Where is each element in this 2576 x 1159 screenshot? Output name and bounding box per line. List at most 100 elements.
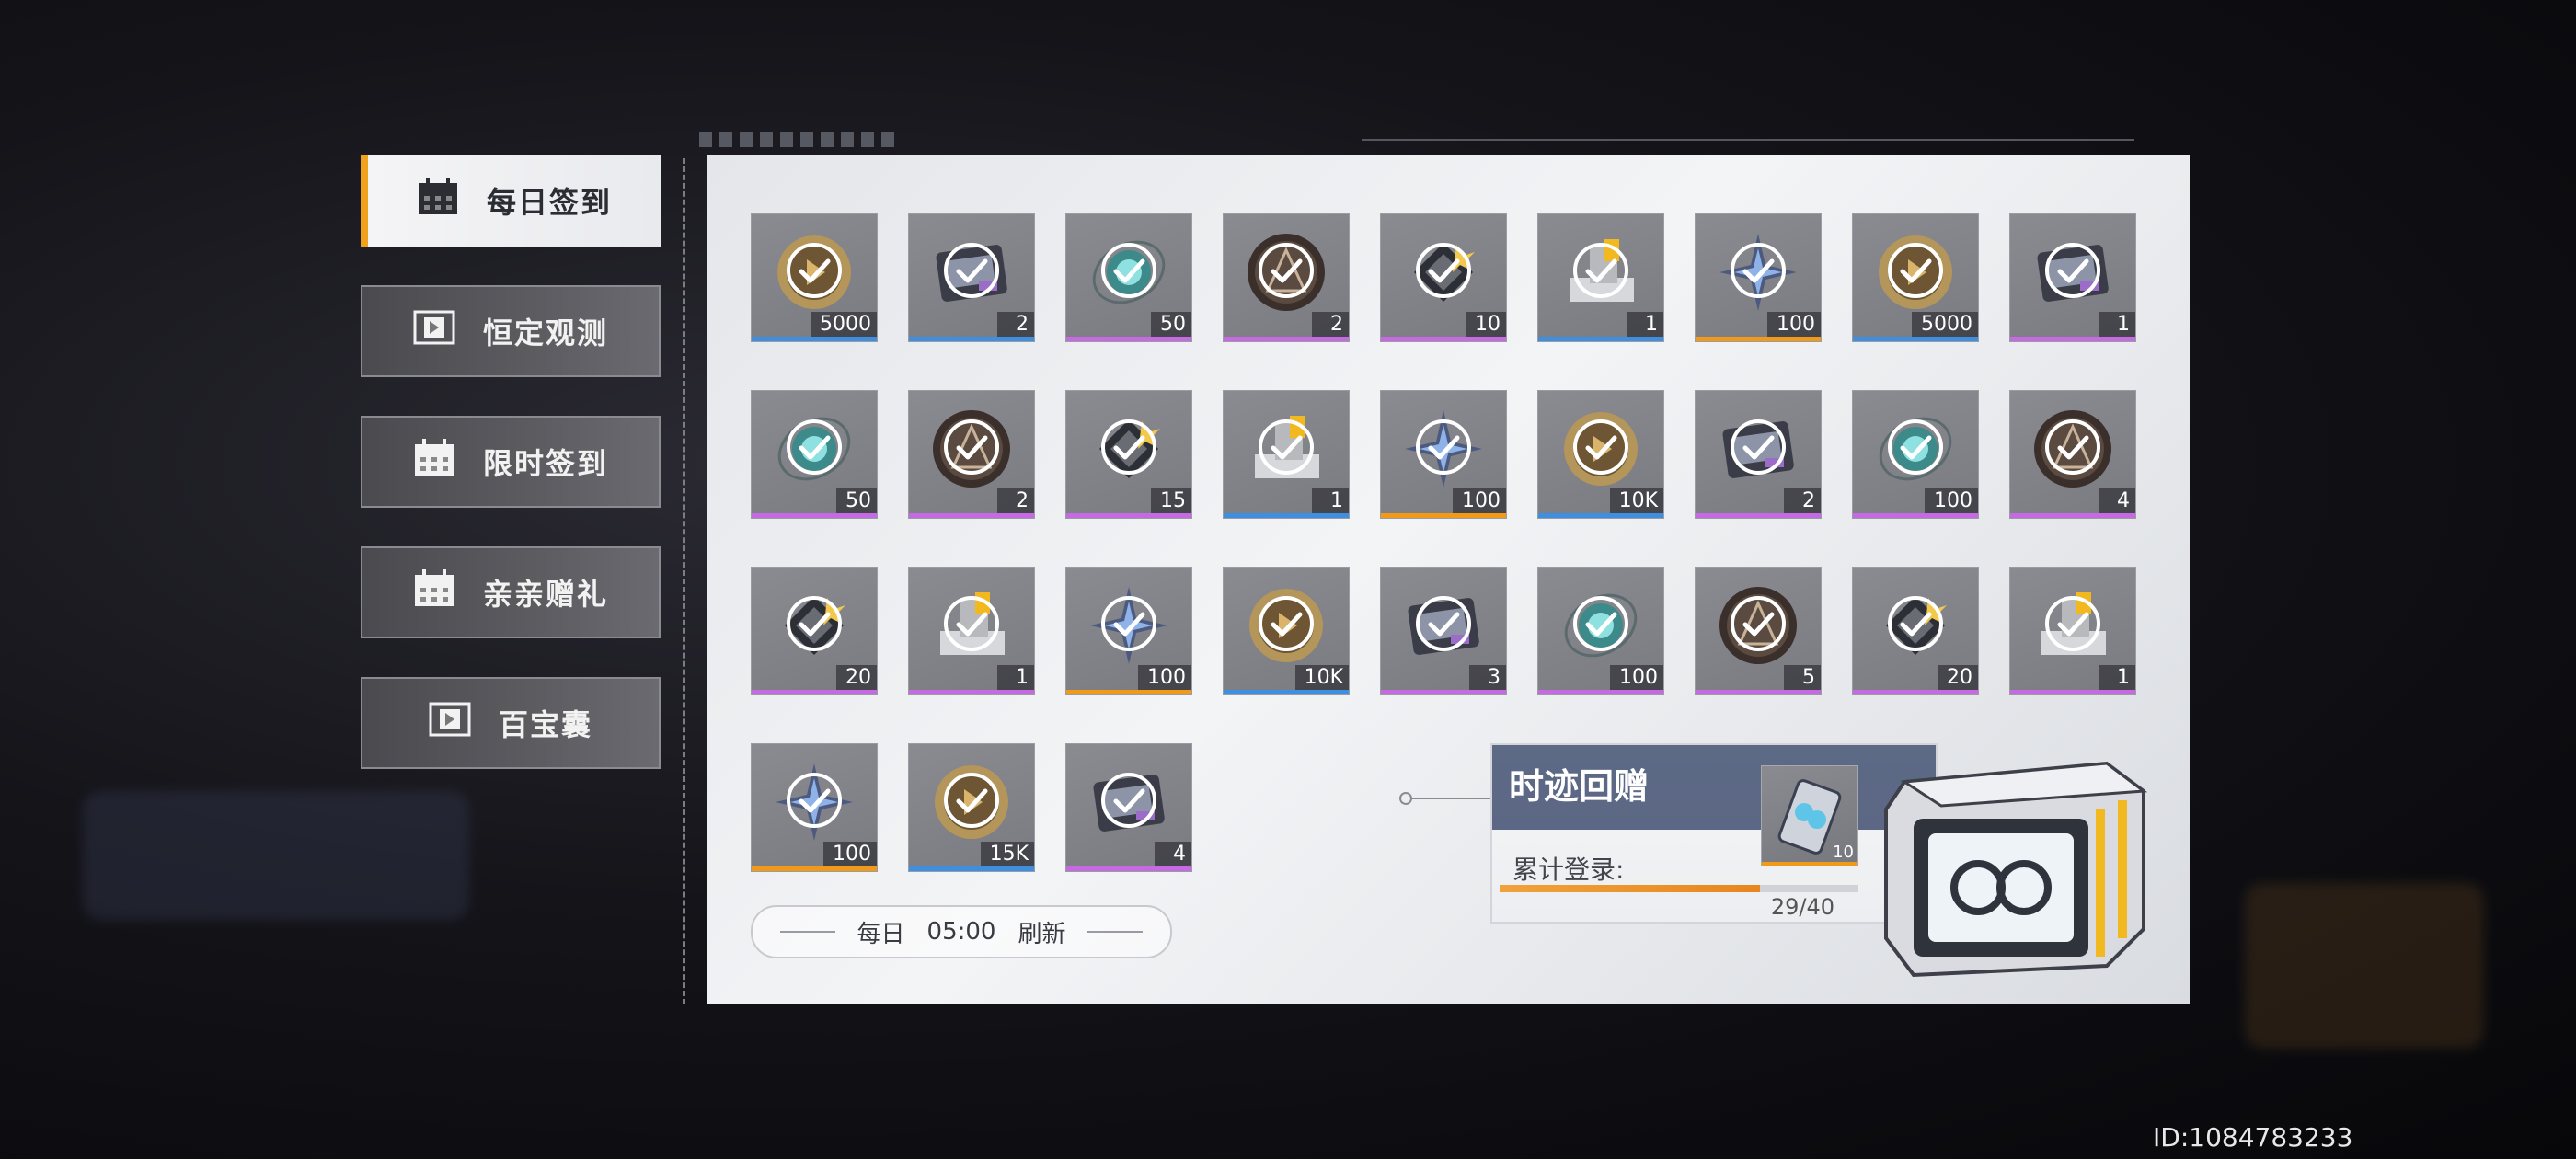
sidebar-item-3[interactable]: 亲亲赠礼	[361, 546, 661, 638]
rarity-bar	[909, 866, 1034, 871]
reward-cell-day-20[interactable]: 1	[908, 567, 1035, 695]
calendar-icon	[413, 439, 455, 485]
background-blur-left	[83, 791, 469, 920]
reward-cell-day-28[interactable]: 100	[751, 743, 878, 872]
reward-cell-day-11[interactable]: 2	[908, 390, 1035, 519]
reward-cell-day-19[interactable]: 20	[751, 567, 878, 695]
reward-cell-day-26[interactable]: 20	[1852, 567, 1979, 695]
sidebar-item-label: 百宝囊	[498, 707, 592, 742]
rarity-bar	[1853, 337, 1978, 341]
reward-cell-day-4[interactable]: 2	[1223, 213, 1350, 342]
rarity-bar	[909, 690, 1034, 694]
reward-cell-day-24[interactable]: 100	[1537, 567, 1664, 695]
ticket-icon	[413, 308, 455, 354]
reward-qty: 2	[1312, 312, 1349, 337]
refresh-line-right	[1087, 931, 1144, 933]
reward-qty: 4	[1155, 842, 1191, 866]
claimed-check-icon	[1101, 772, 1156, 828]
reward-cell-day-27[interactable]: 1	[2009, 567, 2136, 695]
rarity-bar	[1853, 513, 1978, 518]
claimed-check-icon	[1416, 242, 1471, 298]
daily-signin-panel: 5000 2 50 2 10 1 100 5000 1 50 2 15 1 100 10K 2 100 4 20 1 1…	[707, 155, 2190, 1004]
refresh-info: 每日 05:00 刷新	[751, 905, 1172, 958]
rarity-bar	[1696, 337, 1821, 341]
reward-cell-day-8[interactable]: 5000	[1852, 213, 1979, 342]
login-label: 累计登录:	[1512, 855, 1625, 885]
reward-qty: 1	[1627, 312, 1663, 337]
reward-cell-day-18[interactable]: 4	[2009, 390, 2136, 519]
sidebar-item-label: 限时签到	[482, 446, 608, 481]
reward-qty: 3	[1469, 665, 1506, 690]
claimed-check-icon	[1573, 419, 1628, 475]
reward-cell-day-30[interactable]: 4	[1065, 743, 1192, 872]
reward-cell-day-16[interactable]: 2	[1695, 390, 1822, 519]
reward-cell-day-10[interactable]: 50	[751, 390, 878, 519]
rarity-bar	[1381, 690, 1506, 694]
reward-qty: 5000	[811, 312, 877, 337]
sidebar-item-1[interactable]: 恒定观测	[361, 285, 661, 377]
rarity-bar	[1696, 690, 1821, 694]
rarity-bar	[1224, 690, 1349, 694]
reward-cell-day-29[interactable]: 15K	[908, 743, 1035, 872]
reward-qty: 10K	[1294, 665, 1349, 690]
reward-qty: 2	[997, 312, 1034, 337]
reward-cell-day-21[interactable]: 100	[1065, 567, 1192, 695]
reward-qty: 15K	[980, 842, 1034, 866]
reward-qty: 50	[1151, 312, 1191, 337]
rarity-bar	[909, 513, 1034, 518]
treasure-chest[interactable]	[1877, 745, 2153, 986]
chest-icon	[1884, 761, 2148, 978]
reward-qty: 20	[836, 665, 877, 690]
cumulative-reward-item[interactable]: 10	[1761, 765, 1858, 866]
reward-cell-day-14[interactable]: 100	[1380, 390, 1507, 519]
login-progress-bar	[1500, 885, 1858, 892]
rarity-bar	[1066, 690, 1191, 694]
reward-cell-day-5[interactable]: 10	[1380, 213, 1507, 342]
sidebar-item-0[interactable]: 每日签到	[361, 155, 661, 247]
cumulative-title: 时迹回赠	[1509, 766, 1650, 807]
sidebar-item-2[interactable]: 限时签到	[361, 416, 661, 508]
reward-cell-day-1[interactable]: 5000	[751, 213, 878, 342]
reward-cell-day-13[interactable]: 1	[1223, 390, 1350, 519]
refresh-line-left	[779, 931, 835, 933]
rarity-bar	[1066, 513, 1191, 518]
reward-qty: 1	[2099, 665, 2135, 690]
reward-cell-day-2[interactable]: 2	[908, 213, 1035, 342]
reward-cell-day-6[interactable]: 1	[1537, 213, 1664, 342]
cumulative-reward-card[interactable]: 时迹回赠 10 累计登录: 29/40	[1490, 743, 1938, 924]
claimed-check-icon	[944, 772, 999, 828]
sidebar-item-4[interactable]: 百宝囊	[361, 677, 661, 769]
reward-cell-day-7[interactable]: 100	[1695, 213, 1822, 342]
reward-cell-day-22[interactable]: 10K	[1223, 567, 1350, 695]
refresh-time: 05:00	[926, 918, 996, 946]
refresh-suffix: 刷新	[1018, 920, 1066, 948]
reward-cell-day-12[interactable]: 15	[1065, 390, 1192, 519]
rarity-bar	[752, 866, 877, 871]
login-progress-text: 29/40	[1770, 894, 1834, 920]
claimed-check-icon	[787, 242, 842, 298]
claimed-check-icon	[1731, 242, 1786, 298]
claimed-check-icon	[1731, 595, 1786, 651]
reward-qty: 100	[1453, 488, 1506, 513]
rarity-bar	[1538, 337, 1663, 341]
rarity-bar	[2010, 337, 2135, 341]
rarity-bar	[1381, 337, 1506, 341]
rarity-bar	[1853, 690, 1978, 694]
player-id: ID:1084783233	[2153, 1122, 2353, 1153]
reward-cell-day-23[interactable]: 3	[1380, 567, 1507, 695]
claimed-check-icon	[2045, 595, 2100, 651]
reward-qty: 20	[1938, 665, 1978, 690]
sidebar-item-label: 恒定观测	[482, 316, 608, 350]
rarity-bar	[2010, 690, 2135, 694]
reward-cell-day-3[interactable]: 50	[1065, 213, 1192, 342]
reward-cell-day-15[interactable]: 10K	[1537, 390, 1664, 519]
reward-cell-day-9[interactable]: 1	[2009, 213, 2136, 342]
claimed-check-icon	[1573, 242, 1628, 298]
reward-cell-day-25[interactable]: 5	[1695, 567, 1822, 695]
reward-qty: 2	[1784, 488, 1821, 513]
rarity-bar	[1696, 513, 1821, 518]
reward-cell-day-17[interactable]: 100	[1852, 390, 1979, 519]
reward-qty: 10	[1466, 312, 1506, 337]
reward-qty: 5	[1784, 665, 1821, 690]
reward-qty: 5000	[1912, 312, 1978, 337]
